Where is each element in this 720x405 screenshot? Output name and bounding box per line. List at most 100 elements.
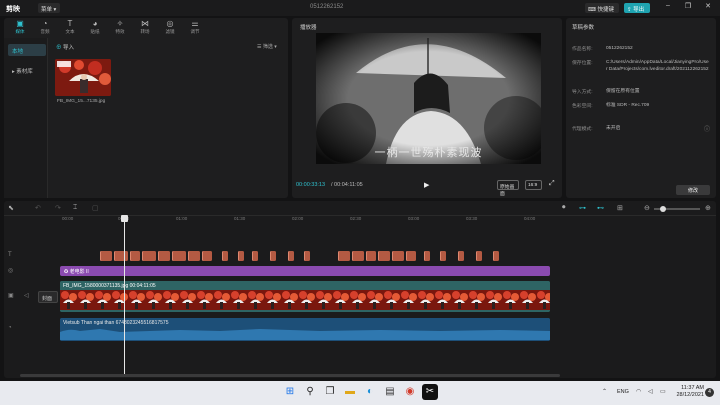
param-value: 标准 SDR - Rec.709 <box>606 103 650 108</box>
menu-button[interactable]: 菜单 ▾ <box>38 3 60 13</box>
battery-icon[interactable]: ▭ <box>660 388 666 395</box>
redo-icon[interactable]: ↷ <box>55 204 61 212</box>
tray-chevron-icon[interactable]: ⌃ <box>602 388 607 395</box>
tab-effects[interactable]: ✧ 特效 <box>108 18 132 37</box>
modify-button[interactable]: 修改 <box>676 185 710 195</box>
import-button[interactable]: ⊕ 导入 <box>56 43 74 51</box>
media-sidebar: 本地 ▸ 素材库 <box>4 38 48 198</box>
text-clip[interactable] <box>100 251 112 261</box>
aspect-ratio-button[interactable]: 16:9 <box>525 180 542 190</box>
text-clip[interactable] <box>304 251 310 261</box>
original-view-button[interactable]: 原始画面 <box>497 180 519 197</box>
language-indicator[interactable]: ENG <box>617 389 629 395</box>
help-icon[interactable]: ⓘ <box>704 124 710 133</box>
tab-adjust[interactable]: ⚌ 调节 <box>183 18 207 37</box>
playhead[interactable] <box>124 216 125 374</box>
text-icon: T <box>67 19 73 28</box>
media-thumbnail[interactable] <box>55 59 111 96</box>
shortcut-button[interactable]: ⌨ 快捷键 <box>585 3 619 13</box>
text-clip[interactable] <box>142 251 156 261</box>
filter-button[interactable]: ☰ 筛选 ▾ <box>257 43 277 50</box>
task-view-icon[interactable]: ❐ <box>322 384 338 400</box>
text-clip[interactable] <box>476 251 482 261</box>
edge-icon[interactable]: ◐ <box>362 384 378 400</box>
minimize-icon[interactable]: – <box>662 2 674 13</box>
volume-icon[interactable]: ◁ <box>648 388 653 395</box>
text-clip[interactable] <box>458 251 464 261</box>
text-clip[interactable] <box>352 251 364 261</box>
param-key: 保存位置: <box>572 61 593 66</box>
text-clip[interactable] <box>440 251 446 261</box>
text-clip[interactable] <box>392 251 404 261</box>
playhead-handle[interactable] <box>121 215 128 222</box>
tab-sticker[interactable]: ◕ 贴纸 <box>83 18 107 37</box>
maximize-icon[interactable]: ❐ <box>682 2 694 13</box>
close-icon[interactable]: ✕ <box>702 2 714 13</box>
sticker-icon: ◕ <box>92 19 98 28</box>
ruler-tick: 04:00 <box>524 216 536 221</box>
text-clip[interactable] <box>252 251 258 261</box>
param-key: 代理模式: <box>572 127 593 132</box>
zoom-in-icon[interactable]: ⊕ <box>705 204 711 212</box>
fullscreen-icon[interactable]: ⤢ <box>549 180 555 188</box>
wifi-icon[interactable]: ◠ <box>636 388 641 395</box>
tab-audio[interactable]: ◔ 音频 <box>33 18 57 37</box>
zoom-slider-handle[interactable] <box>660 206 666 212</box>
text-clip[interactable] <box>288 251 294 261</box>
text-clip[interactable] <box>158 251 170 261</box>
text-clip[interactable] <box>378 251 390 261</box>
audio-split-icon[interactable]: ⊞ <box>617 204 623 212</box>
file-explorer-icon[interactable]: ▬ <box>342 384 358 400</box>
text-clip[interactable] <box>130 251 140 261</box>
microphone-icon[interactable]: ⏺ <box>562 204 566 212</box>
text-clip[interactable] <box>493 251 499 261</box>
cover-button[interactable]: 封面 <box>38 291 58 303</box>
notification-badge[interactable]: 4 <box>705 388 714 397</box>
media-tabs: ▣ 媒体 ◔ 音频 T 文本 ◕ 贴纸 ✧ 特效 ⋈ 转场 ◎ 滤镜 ⚌ 调节 <box>4 18 288 37</box>
media-thumbnail-label: FB_IMG_15...7135.jpg <box>57 99 106 104</box>
ruler-tick: 01:30 <box>234 216 246 221</box>
split-icon[interactable]: ⌶ <box>73 204 77 212</box>
tab-text[interactable]: T 文本 <box>58 18 82 37</box>
sidebar-item-library[interactable]: ▸ 素材库 <box>8 64 46 76</box>
effect-clip[interactable]: ✪ 老电影 II <box>60 266 550 276</box>
select-tool-icon[interactable]: ⬉ <box>8 204 14 212</box>
sidebar-item-local[interactable]: 本地 <box>8 44 46 56</box>
search-icon[interactable]: ⚲ <box>302 384 318 400</box>
mute-icon[interactable]: ◁ <box>24 292 29 299</box>
param-key: 导入方式: <box>572 90 593 95</box>
text-clip[interactable] <box>338 251 350 261</box>
tab-transition[interactable]: ⋈ 转场 <box>133 18 157 37</box>
text-clip[interactable] <box>366 251 376 261</box>
export-button[interactable]: ⇪ 导出 <box>624 3 650 13</box>
text-clip[interactable] <box>202 251 212 261</box>
params-title: 草稿参数 <box>572 25 595 31</box>
snap-icon[interactable]: ⊷ <box>597 204 604 212</box>
tab-filter[interactable]: ◎ 滤镜 <box>158 18 182 37</box>
capcut-icon[interactable]: ✂ <box>422 384 438 400</box>
clock[interactable]: 11:37 AM 28/12/2021 <box>676 385 704 399</box>
windows-start-icon[interactable]: ⊞ <box>282 384 298 400</box>
link-icon[interactable]: ⊶ <box>579 204 586 212</box>
effect-track-icon: ◎ <box>8 268 14 274</box>
text-clip[interactable] <box>238 251 244 261</box>
undo-icon[interactable]: ↶ <box>35 204 41 212</box>
text-track-icon: T <box>8 252 12 258</box>
text-clip[interactable] <box>172 251 186 261</box>
text-clip[interactable] <box>270 251 276 261</box>
tab-media[interactable]: ▣ 媒体 <box>8 18 32 37</box>
timeline-scrollbar[interactable] <box>20 374 560 377</box>
ruler-tick: 03:30 <box>466 216 478 221</box>
store-icon[interactable]: ▤ <box>382 384 398 400</box>
text-clip[interactable] <box>406 251 416 261</box>
play-icon[interactable]: ▶ <box>424 181 429 189</box>
text-clip[interactable] <box>424 251 430 261</box>
delete-icon[interactable]: ▢ <box>92 204 99 212</box>
ruler-tick: 03:00 <box>408 216 420 221</box>
text-clip[interactable] <box>188 251 200 261</box>
text-clip[interactable] <box>222 251 228 261</box>
zoom-out-icon[interactable]: ⊖ <box>644 204 650 212</box>
text-clip[interactable] <box>114 251 128 261</box>
param-value: 未开启 <box>606 126 621 131</box>
chrome-icon[interactable]: ◉ <box>402 384 418 400</box>
